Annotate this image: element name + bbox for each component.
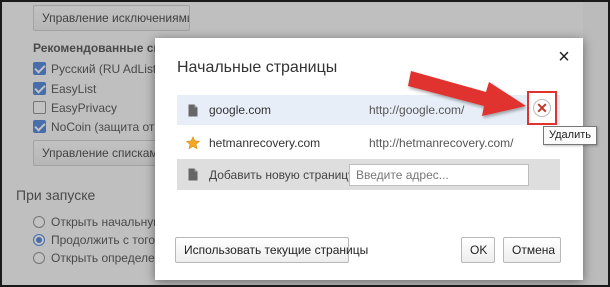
remove-page-button[interactable]: ✕: [533, 99, 551, 117]
page-url: http://google.com/: [369, 103, 465, 117]
startup-pages-dialog: Начальные страницы × google.com http://g…: [155, 38, 597, 280]
remove-highlight-box: ✕: [527, 91, 557, 125]
page-icon: [186, 168, 200, 181]
page-name: google.com: [209, 103, 272, 117]
page-icon: [186, 104, 200, 117]
cancel-button[interactable]: Отмена: [503, 237, 561, 263]
page-name: hetmanrecovery.com: [209, 136, 321, 150]
use-current-pages-button[interactable]: Использовать текущие страницы: [175, 237, 368, 263]
dialog-title: Начальные страницы: [177, 59, 338, 76]
page-url: http://hetmanrecovery.com/: [369, 136, 514, 150]
address-input[interactable]: [349, 163, 529, 186]
add-page-label: Добавить новую страницу: [209, 167, 355, 182]
startup-page-row[interactable]: hetmanrecovery.com http://hetmanrecovery…: [177, 128, 560, 158]
remove-tooltip: Удалить: [543, 126, 597, 145]
star-icon: [186, 136, 200, 150]
close-icon[interactable]: ×: [555, 47, 573, 67]
startup-page-row[interactable]: google.com http://google.com/: [177, 95, 560, 125]
ok-button[interactable]: OK: [461, 237, 495, 263]
add-page-row: Добавить новую страницу: [177, 159, 560, 190]
